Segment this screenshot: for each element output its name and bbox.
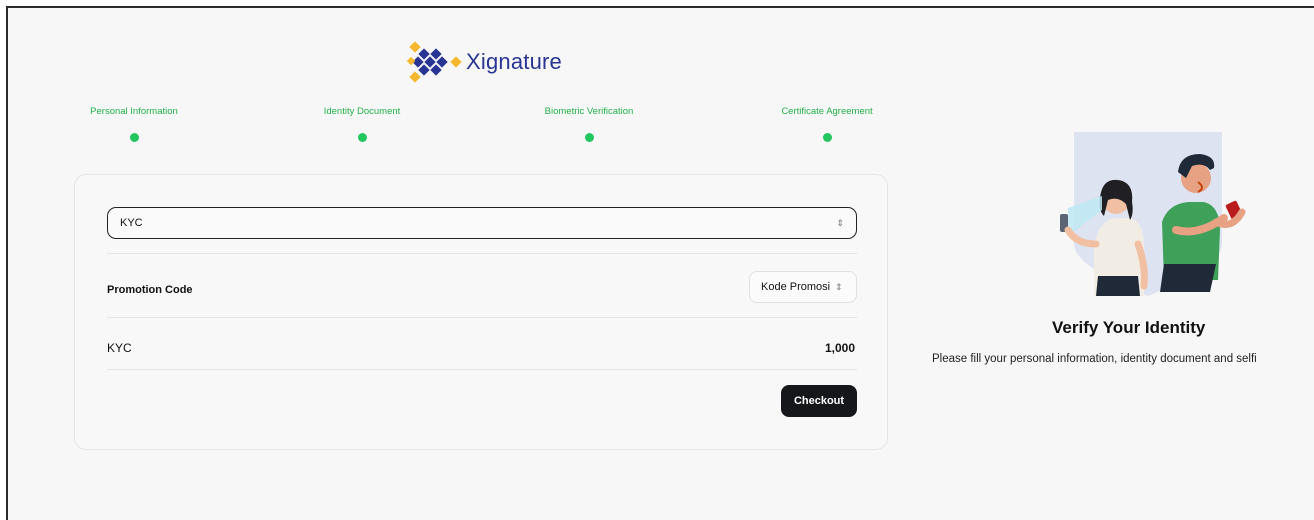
aside-title: Verify Your Identity [1052, 318, 1206, 337]
checkout-button[interactable]: Checkout [781, 385, 857, 417]
summary-item-label: KYC [107, 341, 132, 355]
step-label: Identity Document [323, 106, 401, 117]
step-complete-dot [129, 133, 139, 142]
identity-verification-illustration [1038, 126, 1248, 303]
step-label: Certificate Agreement [781, 106, 873, 117]
brand-name: Xignature [466, 49, 562, 74]
select-chevrons-icon: ⇕ [836, 217, 844, 228]
promotion-code-select[interactable]: Kode Promosi ⇕ [749, 271, 857, 303]
promotion-code-label: Promotion Code [107, 284, 193, 296]
step-complete-dot [584, 133, 594, 142]
promotion-select-value: Kode Promosi [761, 281, 831, 293]
product-select[interactable]: KYC ⇕ [107, 207, 857, 239]
divider [107, 317, 857, 318]
product-select-value: KYC [120, 217, 143, 229]
step-certificate-agreement: Certificate Agreement [774, 106, 880, 142]
divider [107, 369, 857, 370]
select-chevrons-icon: ⇕ [835, 281, 843, 292]
step-personal-information: Personal Information [86, 106, 182, 142]
aside-subtitle: Please fill your personal information, i… [932, 353, 1257, 365]
app-window: Xignature Personal Information Identity … [6, 6, 1314, 520]
xignature-logo-icon [406, 41, 462, 83]
step-complete-dot [822, 133, 832, 142]
step-complete-dot [357, 133, 367, 142]
step-label: Personal Information [90, 106, 178, 117]
divider [107, 253, 857, 254]
checkout-card: KYC ⇕ Promotion Code Kode Promosi ⇕ KYC … [74, 174, 888, 450]
brand-logo: Xignature [406, 38, 562, 86]
step-identity-document: Identity Document [314, 106, 410, 142]
step-biometric-verification: Biometric Verification [534, 106, 644, 142]
summary-item-price: 1,000 [824, 341, 855, 355]
step-label: Biometric Verification [544, 106, 634, 117]
